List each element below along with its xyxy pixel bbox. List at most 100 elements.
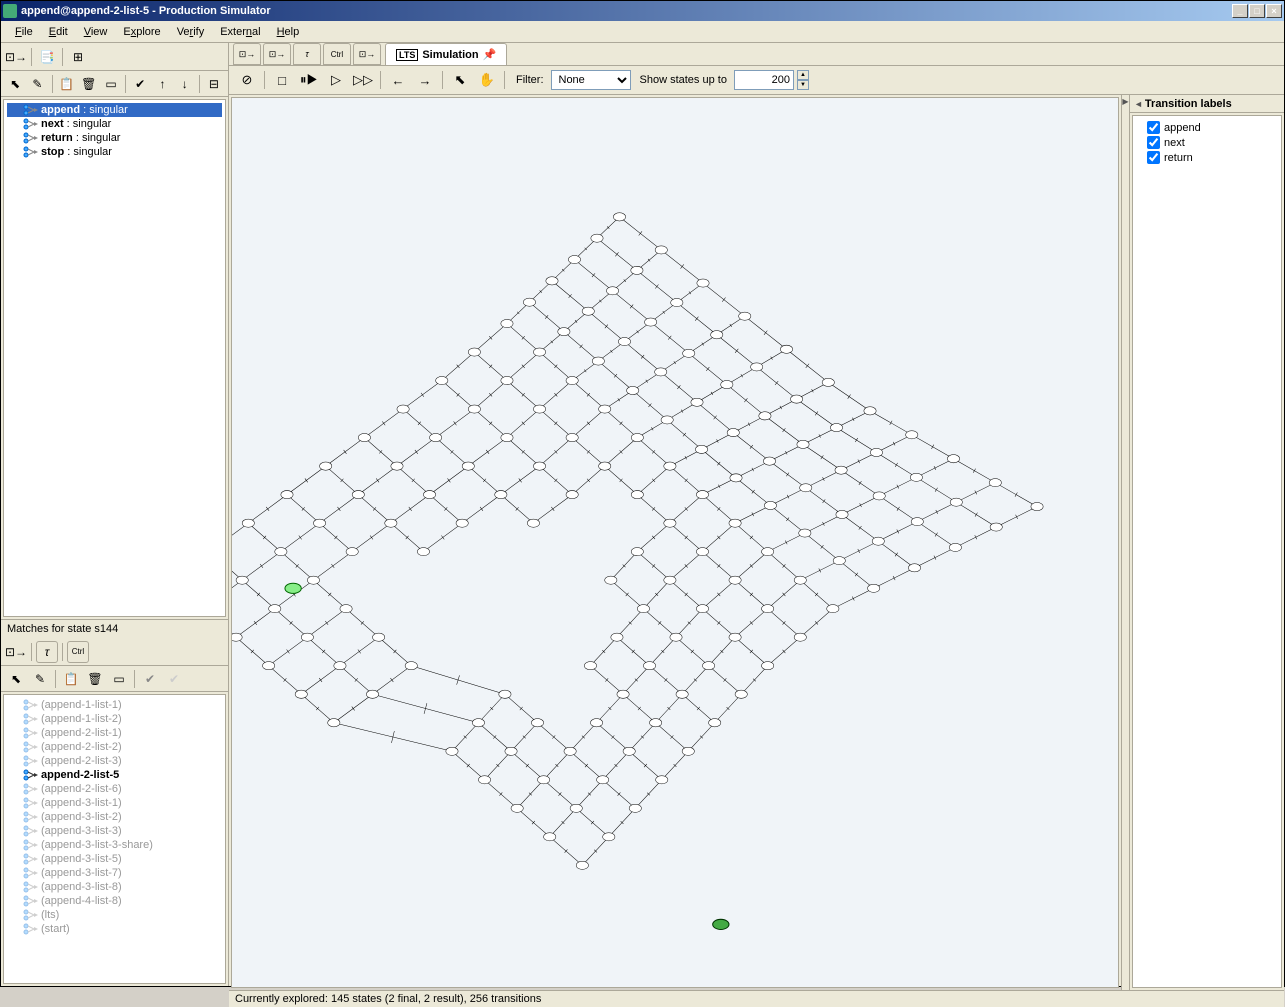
match-item[interactable]: (append-2-list-6): [7, 782, 222, 796]
grid-icon[interactable]: ⊞: [67, 46, 89, 68]
stack-icon[interactable]: 📑: [36, 46, 58, 68]
simulation-toolbar: ⊘ □ ⏸▶ ▷ ▷▷ ← → ⬉ ✋ Filter: None Show st…: [229, 66, 1284, 95]
minimize-button[interactable]: _: [1232, 4, 1248, 18]
label-checkbox[interactable]: [1147, 136, 1160, 149]
label-checkbox-row[interactable]: append: [1137, 120, 1277, 135]
matches-toolbar-top: ⊡→ τ Ctrl: [1, 638, 228, 666]
graph2-icon[interactable]: ⊡→: [5, 641, 27, 663]
collapse-icon[interactable]: ⊟: [204, 73, 224, 95]
filter-label: Filter:: [516, 74, 544, 86]
rule-item[interactable]: next : singular: [7, 117, 222, 131]
edit-icon[interactable]: ✎: [27, 73, 47, 95]
match-item[interactable]: (append-3-list-7): [7, 866, 222, 880]
menu-edit[interactable]: Edit: [41, 24, 76, 40]
rules-tree[interactable]: append : singular next : singular return…: [3, 99, 226, 617]
tab-mini-3[interactable]: τ: [293, 43, 321, 65]
spin-down[interactable]: ▼: [797, 80, 809, 90]
menu-external[interactable]: External: [212, 24, 268, 40]
states-label: Show states up to: [640, 74, 727, 86]
match-item[interactable]: (append-3-list-5): [7, 852, 222, 866]
labels-header: Transition labels: [1130, 95, 1284, 113]
match-item[interactable]: (append-3-list-3): [7, 824, 222, 838]
tab-mini-5[interactable]: ⊡→: [353, 43, 381, 65]
label-checkbox[interactable]: [1147, 121, 1160, 134]
match-item[interactable]: (start): [7, 922, 222, 936]
match-item[interactable]: (append-2-list-1): [7, 726, 222, 740]
edit2-icon[interactable]: ✎: [29, 668, 51, 690]
menu-explore[interactable]: Explore: [115, 24, 168, 40]
copy2-icon[interactable]: 📋: [60, 668, 82, 690]
rule-item[interactable]: return : singular: [7, 131, 222, 145]
label-checkbox-row[interactable]: return: [1137, 150, 1277, 165]
panel-collapse-handle[interactable]: ▶: [1121, 95, 1129, 990]
tab-mini-4[interactable]: Ctrl: [323, 43, 351, 65]
app-icon: [3, 4, 17, 18]
states-input[interactable]: [734, 70, 794, 90]
match-item[interactable]: (append-4-list-8): [7, 894, 222, 908]
menu-help[interactable]: Help: [269, 24, 308, 40]
stop-icon[interactable]: □: [270, 68, 294, 92]
title-bar: append@append-2-list-5 - Production Simu…: [1, 1, 1284, 21]
maximize-button[interactable]: □: [1249, 4, 1265, 18]
match-item[interactable]: (append-3-list-3-share): [7, 838, 222, 852]
matches-header: Matches for state s144: [1, 619, 228, 638]
match-item[interactable]: (append-1-list-1): [7, 698, 222, 712]
menu-file[interactable]: File: [7, 24, 41, 40]
match-item[interactable]: (append-3-list-8): [7, 880, 222, 894]
match-item[interactable]: (append-2-list-3): [7, 754, 222, 768]
check2-icon[interactable]: ✔: [139, 668, 161, 690]
rename-icon[interactable]: ▭: [101, 73, 121, 95]
menu-bar: File Edit View Explore Verify External H…: [1, 21, 1284, 43]
match-item[interactable]: (lts): [7, 908, 222, 922]
copy-icon[interactable]: 📋: [56, 73, 76, 95]
rule-item[interactable]: append : singular: [7, 103, 222, 117]
transition-labels-panel: Transition labels appendnextreturn: [1129, 95, 1284, 990]
up-icon[interactable]: ↑: [152, 73, 172, 95]
match-item[interactable]: (append-1-list-2): [7, 712, 222, 726]
tab-mini-1[interactable]: ⊡→: [233, 43, 261, 65]
right-panel: ⊡→ ⊡→ τ Ctrl ⊡→ LTS Simulation 📌 ⊘ □ ⏸▶ …: [229, 43, 1284, 986]
filter-select[interactable]: None: [551, 70, 631, 90]
step-back-icon[interactable]: ⏸▶: [297, 68, 321, 92]
play-icon[interactable]: ▷: [324, 68, 348, 92]
graph-icon[interactable]: ⊡→: [5, 46, 27, 68]
menu-view[interactable]: View: [76, 24, 116, 40]
tabs-row: ⊡→ ⊡→ τ Ctrl ⊡→ LTS Simulation 📌: [229, 43, 1284, 66]
delete2-icon[interactable]: 🗑: [84, 668, 106, 690]
graph-canvas[interactable]: [231, 97, 1119, 988]
pointer-icon[interactable]: ⬉: [448, 68, 472, 92]
matches-toolbar: ⬉ ✎ 📋 🗑 ▭ ✔ ✔: [1, 666, 228, 692]
window-title: append@append-2-list-5 - Production Simu…: [21, 5, 1232, 17]
cursor-icon[interactable]: ⬉: [5, 73, 25, 95]
delete-icon[interactable]: 🗑: [79, 73, 99, 95]
matches-tree[interactable]: (append-1-list-1) (append-1-list-2) (app…: [3, 694, 226, 984]
label-checkbox[interactable]: [1147, 151, 1160, 164]
match-item[interactable]: (append-2-list-2): [7, 740, 222, 754]
status-bar: Currently explored: 145 states (2 final,…: [229, 990, 1284, 1007]
pin-icon[interactable]: 📌: [483, 48, 497, 61]
spin-up[interactable]: ▲: [797, 70, 809, 80]
match-item[interactable]: append-2-list-5: [7, 768, 222, 782]
hand-icon[interactable]: ✋: [475, 68, 499, 92]
check-icon[interactable]: ✔: [130, 73, 150, 95]
rename2-icon[interactable]: ▭: [108, 668, 130, 690]
close-button[interactable]: ×: [1266, 4, 1282, 18]
rule-item[interactable]: stop : singular: [7, 145, 222, 159]
ctrl-icon[interactable]: Ctrl: [67, 641, 89, 663]
back-icon[interactable]: ←: [386, 68, 410, 92]
tab-mini-2[interactable]: ⊡→: [263, 43, 291, 65]
menu-verify[interactable]: Verify: [169, 24, 213, 40]
rules-toolbar: ⬉ ✎ 📋 🗑 ▭ ✔ ↑ ↓ ⊟: [1, 71, 228, 97]
forward-icon[interactable]: →: [413, 68, 437, 92]
tab-simulation[interactable]: LTS Simulation 📌: [385, 43, 507, 65]
cursor2-icon[interactable]: ⬉: [5, 668, 27, 690]
forbidden-icon[interactable]: ⊘: [235, 68, 259, 92]
tau-icon[interactable]: τ: [36, 641, 58, 663]
fast-forward-icon[interactable]: ▷▷: [351, 68, 375, 92]
check3-icon[interactable]: ✔: [163, 668, 185, 690]
match-item[interactable]: (append-3-list-2): [7, 810, 222, 824]
match-item[interactable]: (append-3-list-1): [7, 796, 222, 810]
label-checkbox-row[interactable]: next: [1137, 135, 1277, 150]
status-text: Currently explored: 145 states (2 final,…: [235, 993, 541, 1005]
down-icon[interactable]: ↓: [175, 73, 195, 95]
